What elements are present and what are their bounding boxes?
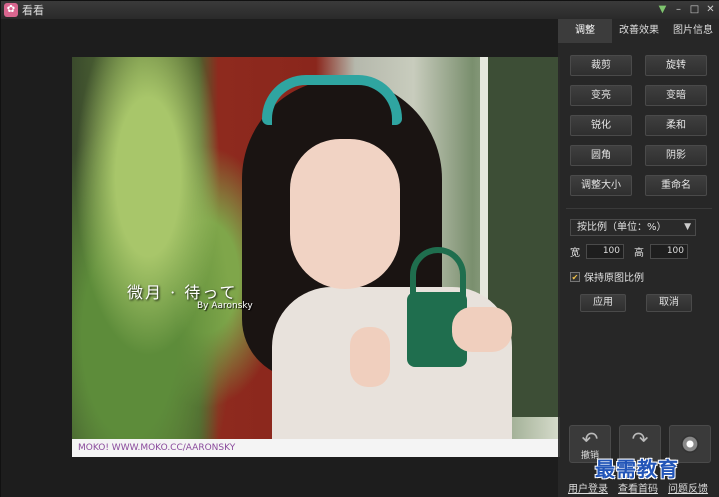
rotate-button[interactable]: 旋转 bbox=[645, 55, 707, 76]
soften-button[interactable]: 柔和 bbox=[645, 115, 707, 136]
height-input[interactable]: 100 bbox=[650, 244, 688, 259]
photo-byline: By Aaronsky bbox=[197, 301, 253, 311]
cancel-button[interactable]: 取消 bbox=[646, 294, 692, 312]
keep-ratio-row[interactable]: ✔ 保持原图比例 bbox=[570, 269, 719, 284]
maximize-icon[interactable]: □ bbox=[688, 3, 701, 16]
camera-lens-icon bbox=[681, 435, 699, 453]
minimize-icon[interactable]: – bbox=[672, 3, 685, 16]
app-flower-icon: ✿ bbox=[4, 3, 18, 17]
tab-image-info[interactable]: 图片信息 bbox=[666, 19, 719, 43]
crop-button[interactable]: 裁剪 bbox=[570, 55, 632, 76]
home-link[interactable]: 查看首码 bbox=[618, 480, 658, 495]
photo-viewer[interactable]: 微月 · 待って By Aaronsky MOKO! WWW.MOKO.CC/A… bbox=[72, 57, 560, 457]
photo-headband bbox=[262, 75, 402, 125]
window-controls: ▼ – □ ✕ bbox=[656, 3, 717, 16]
photo-subject bbox=[232, 67, 512, 457]
photo-hand-left bbox=[350, 327, 390, 387]
window-title: 看看 bbox=[22, 4, 44, 17]
login-link[interactable]: 用户登录 bbox=[568, 480, 608, 495]
sharpen-button[interactable]: 锐化 bbox=[570, 115, 632, 136]
photo-caption: 微月 · 待って bbox=[127, 283, 238, 302]
undo-arrow-icon: ↶ bbox=[581, 427, 599, 451]
image-canvas[interactable]: 微月 · 待って By Aaronsky MOKO! WWW.MOKO.CC/A… bbox=[1, 19, 561, 497]
resize-button[interactable]: 调整大小 bbox=[570, 175, 632, 196]
keep-ratio-label: 保持原图比例 bbox=[584, 273, 644, 284]
darken-button[interactable]: 变暗 bbox=[645, 85, 707, 106]
width-label: 宽 bbox=[570, 248, 580, 259]
footer-links: 用户登录 查看首码 问题反馈 bbox=[568, 480, 708, 495]
resize-section: 按比例（单位：%） ▼ 宽 100 高 100 ✔ 保持原图比例 应用 取消 bbox=[570, 219, 719, 312]
height-label: 高 bbox=[634, 248, 644, 259]
resize-actions: 应用 取消 bbox=[580, 294, 719, 312]
tab-enhance[interactable]: 改善效果 bbox=[612, 19, 666, 43]
keep-ratio-checkbox[interactable]: ✔ bbox=[570, 271, 580, 282]
download-icon[interactable]: ▼ bbox=[656, 3, 669, 16]
tool-grid: 裁剪 旋转 变亮 变暗 锐化 柔和 圆角 阴影 调整大小 重命名 bbox=[570, 55, 719, 196]
watermark-text: 最需教育 bbox=[595, 457, 679, 481]
dimension-row: 宽 100 高 100 bbox=[570, 244, 719, 259]
tab-adjust[interactable]: 调整 bbox=[558, 19, 612, 43]
shadow-button[interactable]: 阴影 bbox=[645, 145, 707, 166]
brighten-button[interactable]: 变亮 bbox=[570, 85, 632, 106]
round-corner-button[interactable]: 圆角 bbox=[570, 145, 632, 166]
photo-hand bbox=[452, 307, 512, 352]
title-bar[interactable]: ✿ 看看 ▼ – □ ✕ bbox=[1, 1, 719, 19]
resize-mode-value: 按比例（单位：%） bbox=[577, 222, 667, 233]
resize-mode-select[interactable]: 按比例（单位：%） ▼ bbox=[570, 219, 696, 236]
rename-button[interactable]: 重命名 bbox=[645, 175, 707, 196]
redo-arrow-icon: ↷ bbox=[631, 427, 649, 451]
photo-footer-banner: MOKO! WWW.MOKO.CC/AARONSKY bbox=[72, 439, 560, 457]
close-icon[interactable]: ✕ bbox=[704, 3, 717, 16]
width-input[interactable]: 100 bbox=[586, 244, 624, 259]
panel-divider bbox=[566, 208, 712, 209]
chevron-down-icon: ▼ bbox=[684, 222, 691, 232]
panel-tabs: 调整 改善效果 图片信息 bbox=[558, 19, 719, 43]
apply-button[interactable]: 应用 bbox=[580, 294, 626, 312]
app-window: ✿ 看看 ▼ – □ ✕ 微月 · 待って By Aaronsky MOKO! … bbox=[0, 0, 719, 497]
photo-face bbox=[290, 139, 400, 289]
feedback-link[interactable]: 问题反馈 bbox=[668, 480, 708, 495]
